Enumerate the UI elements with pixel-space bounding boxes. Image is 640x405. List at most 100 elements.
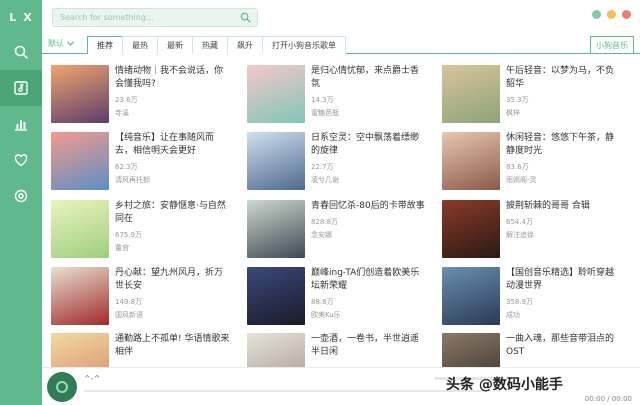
playlist-author: 寺溪	[115, 109, 129, 117]
playlist-title[interactable]: 是归心情忧郁，来点爵士香氛	[311, 65, 427, 91]
play-count: 358.9万	[506, 298, 534, 306]
playlist-card[interactable]: 午后轻音：以梦为马，不负韶华 35.3万 枫梓	[433, 65, 623, 129]
playlist-title[interactable]: 通勤路上不孤单! 华语情歌来相伴	[115, 333, 231, 359]
playlist-title[interactable]: 披荆斩棘的哥哥 合辑	[506, 200, 622, 213]
progress-bar[interactable]	[84, 390, 484, 392]
chevron-down-icon	[67, 41, 74, 46]
playlist-title[interactable]: 乡村之旅：安静惬意·与自然同在	[115, 200, 231, 226]
now-playing-title: ^-^	[84, 374, 101, 383]
watermark-text: 头条 @数码小能手	[446, 377, 563, 393]
sidebar: L X	[0, 0, 42, 405]
playlist-cover[interactable]	[442, 200, 500, 258]
playlist-card[interactable]: 日系空灵：空中飘荡着缥缈的旋律 22.7万 凌兮几谢	[238, 132, 428, 196]
playlist-cover[interactable]	[51, 333, 109, 367]
playlist-title[interactable]: 【国创音乐精选】聆听穿越动漫世界	[506, 267, 622, 293]
play-count: 62.3万	[115, 163, 138, 171]
tab-open-playlist[interactable]: 打开小狗音乐歌单	[262, 36, 346, 54]
tab-source-kugou[interactable]: 小狗音乐	[590, 36, 634, 54]
playlist-cover[interactable]	[247, 65, 305, 123]
playlist-author: 凌兮几谢	[311, 176, 339, 184]
maximize-button[interactable]	[607, 10, 616, 19]
playlist-card[interactable]: 披荆斩棘的哥哥 合辑 654.4万 解注追徐	[433, 200, 623, 264]
playlist-title[interactable]: 青春回忆杀-80后的卡带故事	[311, 200, 427, 213]
nav-leaderboard[interactable]	[0, 106, 42, 142]
playlist-card[interactable]: 一曲入魂，那些音带泪点的OST	[433, 333, 623, 367]
playlist-card[interactable]: 【国创音乐精选】聆听穿越动漫世界 358.9万 成功	[433, 267, 623, 331]
album-disc-icon[interactable]	[47, 372, 77, 402]
playlist-card[interactable]: 休闲轻音：悠悠下午茶，静静度时光 63.6万雨嫣阁-灵	[433, 132, 623, 196]
playlist-author: 清风再托额	[115, 176, 150, 184]
settings-icon	[14, 189, 28, 203]
heart-icon	[14, 154, 28, 167]
app-logo: L X	[0, 0, 42, 34]
playlist-author: 成功	[506, 311, 520, 319]
tab-hot-collect[interactable]: 热藏	[192, 36, 228, 54]
nav-search[interactable]	[0, 34, 42, 70]
tab-recommend[interactable]: 推荐	[87, 36, 123, 54]
playlist-title[interactable]: 一壶酒，一卷书，半世逍遥半日闲	[311, 333, 427, 359]
playlist-title[interactable]: 情绪动物｜我不会说话，你会懂我吗?	[115, 65, 231, 91]
playlist-card[interactable]: 情绪动物｜我不会说话，你会懂我吗? 23.6万寺溪	[42, 65, 232, 129]
search-input[interactable]	[53, 9, 233, 26]
logo-letter: L	[9, 10, 18, 24]
playlist-grid: 情绪动物｜我不会说话，你会懂我吗? 23.6万寺溪 是归心情忧郁，来点爵士香氛 14…	[42, 57, 640, 367]
playlist-cover[interactable]	[247, 267, 305, 325]
playlist-cover[interactable]	[247, 200, 305, 258]
playlist-cover[interactable]	[247, 132, 305, 190]
playlist-title[interactable]: 午后轻音：以梦为马，不负韶华	[506, 65, 622, 91]
playlist-title[interactable]: 巅峰ing-TA们创造着欧美乐坛新荣耀	[311, 267, 427, 293]
playlist-cover[interactable]	[442, 333, 500, 367]
tab-bar: 默认 推荐 最热 最新 热藏 飙升 打开小狗音乐歌单 小狗音乐	[42, 36, 640, 54]
playlist-author: 雨嫣阁-灵	[506, 176, 537, 184]
nav-favorites[interactable]	[0, 142, 42, 178]
playlist-card[interactable]: 乡村之旅：安静惬意·与自然同在 675.9万 董宫	[42, 200, 232, 264]
play-time: 00:00 / 00:00	[584, 395, 632, 403]
playlist-card[interactable]: 【纯音乐】让在事随风而去，相信明天会更好 62.3万清风再托额	[42, 132, 232, 196]
playlist-card[interactable]: 青春回忆杀-80后的卡带故事 828.8万 念安娜	[238, 200, 428, 264]
playlist-card[interactable]: 丹心献：望九州风月，折万世长安 149.8万 国风新语	[42, 267, 232, 331]
playlist-author: 蜜糖芭瓶	[311, 109, 339, 117]
window-controls	[592, 10, 631, 19]
playlist-title[interactable]: 【纯音乐】让在事随风而去，相信明天会更好	[115, 132, 231, 158]
playlist-cover[interactable]	[442, 267, 500, 325]
tab-hottest[interactable]: 最热	[122, 36, 158, 54]
play-count: 35.3万	[506, 96, 529, 104]
playlist-title[interactable]: 一曲入魂，那些音带泪点的OST	[506, 333, 622, 359]
minimize-button[interactable]	[592, 10, 601, 19]
chart-icon	[15, 120, 27, 131]
logo-letter: X	[23, 10, 33, 24]
playlist-title[interactable]: 丹心献：望九州风月，折万世长安	[115, 267, 231, 293]
top-bar	[42, 0, 640, 34]
search-icon[interactable]	[240, 12, 251, 23]
nav-song-list[interactable]	[0, 70, 42, 106]
playlist-cover[interactable]	[51, 200, 109, 258]
playlist-card[interactable]: 是归心情忧郁，来点爵士香氛 14.3万蜜糖芭瓶	[238, 65, 428, 129]
playlist-author: 国风新语	[115, 311, 143, 319]
play-count: 14.3万	[311, 96, 334, 104]
source-select[interactable]: 默认	[48, 38, 74, 49]
tab-list: 推荐 最热 最新 热藏 飙升 打开小狗音乐歌单	[87, 36, 346, 54]
play-count: 675.9万	[115, 231, 143, 239]
playlist-card[interactable]: 巅峰ing-TA们创造着欧美乐坛新荣耀 88.8万 欧美Ku乐	[238, 267, 428, 331]
playlist-cover[interactable]	[442, 132, 500, 190]
play-count: 828.8万	[311, 218, 339, 226]
playlist-card[interactable]: 一壶酒，一卷书，半世逍遥半日闲	[238, 333, 428, 367]
playlist-title[interactable]: 休闲轻音：悠悠下午茶，静静度时光	[506, 132, 622, 158]
playlist-card[interactable]: 通勤路上不孤单! 华语情歌来相伴	[42, 333, 232, 367]
nav-settings[interactable]	[0, 178, 42, 214]
playlist-cover[interactable]	[51, 65, 109, 123]
playlist-author: 欧美Ku乐	[311, 311, 341, 319]
play-count: 23.6万	[115, 96, 138, 104]
play-count: 63.6万	[506, 163, 529, 171]
music-list-icon	[14, 81, 28, 95]
playlist-cover[interactable]	[51, 132, 109, 190]
tab-newest[interactable]: 最新	[157, 36, 193, 54]
close-button[interactable]	[622, 10, 631, 19]
playlist-cover[interactable]	[247, 333, 305, 367]
tab-rising[interactable]: 飙升	[227, 36, 263, 54]
playlist-cover[interactable]	[51, 267, 109, 325]
playlist-cover[interactable]	[442, 65, 500, 123]
source-select-label: 默认	[48, 39, 64, 48]
playlist-title[interactable]: 日系空灵：空中飘荡着缥缈的旋律	[311, 132, 427, 158]
play-count: 654.4万	[506, 218, 534, 226]
